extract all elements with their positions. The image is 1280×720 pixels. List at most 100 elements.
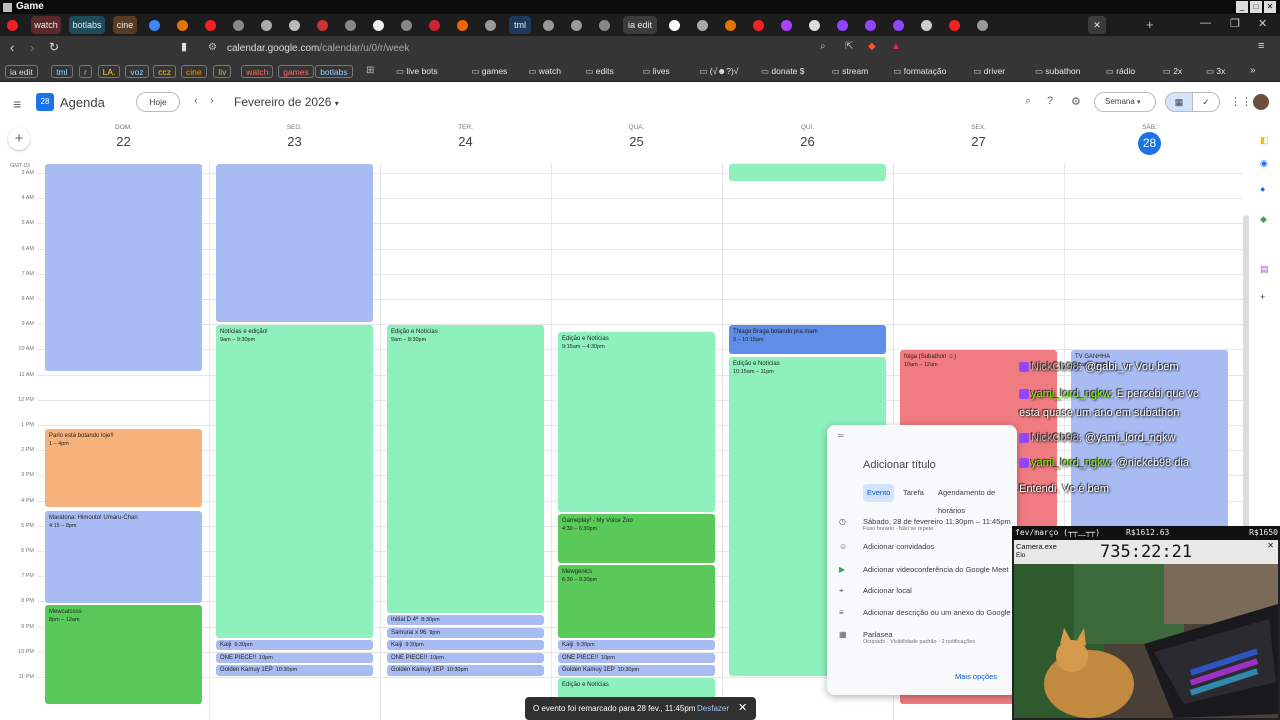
tab-32[interactable] bbox=[945, 16, 963, 34]
bookmark-watch[interactable]: watch bbox=[241, 65, 274, 78]
calendar-event[interactable]: Golden Kamuy 1EP 10:30pm bbox=[387, 665, 544, 677]
calendar-event[interactable]: ONE PIECE!! 10pm bbox=[558, 652, 715, 663]
apps-icon[interactable]: ⋮⋮ bbox=[1230, 95, 1252, 108]
popup-row[interactable]: ▶ Adicionar videoconferência do Google Me… bbox=[839, 565, 1015, 583]
maps-icon[interactable]: ◆ bbox=[1260, 214, 1270, 224]
zoom-icon[interactable]: ⌕ bbox=[820, 41, 826, 52]
search-icon[interactable]: ⌕ bbox=[1025, 95, 1031, 108]
tab-watch[interactable]: watch bbox=[31, 16, 61, 34]
rewards-icon[interactable]: ▲ bbox=[891, 41, 901, 52]
add-addon-icon[interactable]: + bbox=[1260, 292, 1270, 302]
apps-grid-icon[interactable]: ⊞ bbox=[366, 65, 374, 76]
addon-icon[interactable]: ▤ bbox=[1260, 264, 1270, 274]
calendar-event[interactable]: Maratona: Himouto! Umaru-Chan 4:15 – 8pm bbox=[45, 510, 202, 603]
calendar-event[interactable]: Kaiji 9:30pm bbox=[558, 640, 715, 651]
close-tab-icon[interactable]: ✕ bbox=[1088, 16, 1106, 34]
calendar-event[interactable] bbox=[729, 164, 886, 181]
more-options-button[interactable]: Mais opções bbox=[955, 672, 997, 681]
bookmark-ia-edit[interactable]: ia edit bbox=[5, 65, 38, 78]
reload-icon[interactable]: ↻ bbox=[49, 40, 59, 54]
view-switcher[interactable]: Semana ▾ bbox=[1094, 92, 1156, 112]
tab-25[interactable] bbox=[749, 16, 767, 34]
contacts-icon[interactable]: ● bbox=[1260, 184, 1270, 194]
bookmark-formata-o[interactable]: ▭ formatação bbox=[889, 65, 950, 78]
calendar-event[interactable]: Kaiji 9:30pm bbox=[387, 640, 544, 651]
undo-button[interactable]: Desfazer bbox=[697, 697, 729, 720]
calendar-event[interactable]: Golden Kamuy 1EP 10:30pm bbox=[216, 665, 373, 677]
window-minimize-icon[interactable]: — bbox=[1200, 17, 1211, 29]
tab-5[interactable] bbox=[173, 16, 191, 34]
calendar-event[interactable]: Kaiji 9:30pm bbox=[216, 640, 373, 651]
url-field[interactable]: ⚙ calendar.google.com/calendar/u/0/r/wee… bbox=[200, 40, 910, 57]
calendar-event[interactable]: Mewgenics 6:30 – 9:30pm bbox=[558, 564, 715, 639]
bookmark-voz[interactable]: voz bbox=[125, 65, 149, 78]
calendar-event[interactable]: ONE PIECE!! 10pm bbox=[387, 652, 544, 663]
back-icon[interactable]: ‹ bbox=[10, 40, 14, 55]
calendar-event[interactable]: Thiago Braga botando pra mam 9 – 10:15am bbox=[729, 325, 886, 354]
calendar-event[interactable] bbox=[216, 164, 373, 323]
window-close-icon[interactable]: ✕ bbox=[1258, 17, 1267, 30]
day-header-25[interactable]: QUA. 25 bbox=[551, 122, 722, 162]
share-icon[interactable]: ⇱ bbox=[845, 41, 853, 52]
tab-10[interactable] bbox=[313, 16, 331, 34]
calendar-event[interactable]: Mewcatssss 8pm – 12am bbox=[45, 605, 202, 704]
calendar-event[interactable]: ONE PIECE!! 10pm bbox=[216, 652, 373, 663]
popup-row[interactable]: ☺ Adicionar convidados bbox=[839, 542, 1015, 560]
bookmark-ccz[interactable]: ccz bbox=[153, 65, 176, 78]
main-menu-icon[interactable]: ≡ bbox=[13, 96, 21, 112]
tab-8[interactable] bbox=[257, 16, 275, 34]
tab-4[interactable] bbox=[145, 16, 163, 34]
snackbar-close-icon[interactable]: ✕ bbox=[738, 697, 747, 720]
day-number[interactable]: 23 bbox=[209, 134, 380, 149]
bookmark-live-bots[interactable]: ▭ live bots bbox=[392, 65, 442, 78]
bookmark-stream[interactable]: ▭ stream bbox=[828, 65, 872, 78]
calendar-event[interactable]: Parlo está botando loje!! 1 – 4pm bbox=[45, 428, 202, 508]
bookmark-edits[interactable]: ▭ edits bbox=[581, 65, 617, 78]
popup-row[interactable]: ◷ Sábado, 28 de fevereiro 11:30pm – 11:45… bbox=[839, 517, 1015, 535]
day-header-26[interactable]: QUI. 26 bbox=[722, 122, 893, 162]
tab-22[interactable] bbox=[665, 16, 683, 34]
bookmark-tml[interactable]: tml bbox=[51, 65, 73, 78]
tab-7[interactable] bbox=[229, 16, 247, 34]
calendar-event[interactable]: Samurai x 96 9pm bbox=[387, 627, 544, 638]
calendar-event[interactable]: Notícias e edição! 9am – 9:30pm bbox=[216, 325, 373, 639]
day-number[interactable]: 24 bbox=[380, 134, 551, 149]
calendar-view-icon[interactable]: ▦ bbox=[1165, 92, 1193, 112]
today-button[interactable]: Hoje bbox=[136, 92, 180, 112]
day-header-27[interactable]: SEX. 27 bbox=[893, 122, 1064, 162]
bookmark-r-dio[interactable]: ▭ rádio bbox=[1102, 65, 1139, 78]
popup-row[interactable]: ⌖ Adicionar local bbox=[839, 586, 1015, 604]
tab-appointment[interactable]: Agendamento de horários bbox=[934, 484, 1017, 515]
tab-28[interactable] bbox=[833, 16, 851, 34]
tab-31[interactable] bbox=[917, 16, 935, 34]
settings-gear-icon[interactable]: ⚙ bbox=[1071, 95, 1081, 108]
calendar-event[interactable] bbox=[45, 164, 202, 372]
tab-tml[interactable]: tml bbox=[509, 16, 531, 34]
tab-30[interactable] bbox=[889, 16, 907, 34]
bookmark-lives[interactable]: ▭ lives bbox=[638, 65, 673, 78]
day-header-22[interactable]: DOM. 22 bbox=[38, 122, 209, 162]
bookmark-la-[interactable]: LA. bbox=[97, 65, 121, 78]
popup-row[interactable]: ≡ Adicionar descrição ou um anexo do Goog… bbox=[839, 608, 1017, 626]
bookmark-liv[interactable]: liv bbox=[213, 65, 232, 78]
tab-33[interactable] bbox=[973, 16, 991, 34]
tab-6[interactable] bbox=[201, 16, 219, 34]
tab-26[interactable] bbox=[777, 16, 795, 34]
bookmark-subathon[interactable]: ▭ subathon bbox=[1031, 65, 1084, 78]
calendar-event[interactable]: Edição e Notícias 9am – 8:30pm bbox=[387, 325, 544, 614]
tab-20[interactable] bbox=[595, 16, 613, 34]
tab-9[interactable] bbox=[285, 16, 303, 34]
bookmark-3x[interactable]: ▭ 3x bbox=[1202, 65, 1229, 78]
drag-handle-icon[interactable]: ═ bbox=[838, 431, 844, 440]
tasks-view-icon[interactable]: ✓ bbox=[1192, 92, 1220, 112]
month-title[interactable]: Fevereiro de 2026 ▾ bbox=[234, 95, 339, 109]
calendar-event[interactable]: Golden Kamuy 1EP 10:30pm bbox=[558, 665, 715, 677]
title-input[interactable]: Adicionar título bbox=[863, 459, 936, 471]
maximize-button[interactable]: □ bbox=[1250, 1, 1262, 13]
tab-19[interactable] bbox=[567, 16, 585, 34]
menu-icon[interactable]: ≡ bbox=[1258, 40, 1264, 52]
brave-shield-icon[interactable]: ◆ bbox=[868, 41, 876, 52]
tab-23[interactable] bbox=[693, 16, 711, 34]
bookmark-botlabs[interactable]: botlabs bbox=[315, 65, 353, 78]
tasks-icon[interactable]: ◉ bbox=[1260, 158, 1270, 168]
